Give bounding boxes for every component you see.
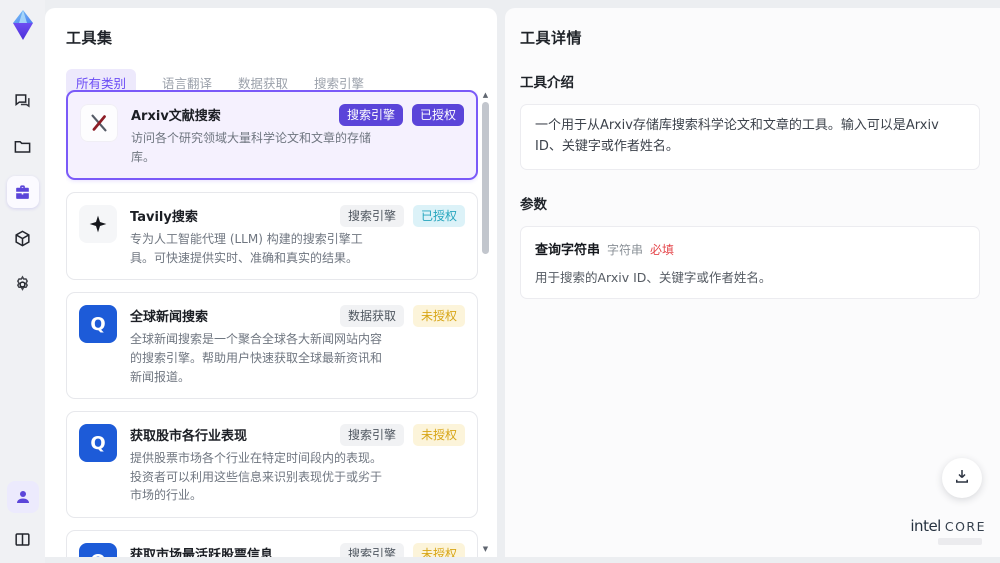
param-description: 用于搜索的Arxiv ID、关键字或作者姓名。 <box>535 269 772 285</box>
tool-detail-panel: 工具详情 工具介绍 一个用于从Arxiv存储库搜索科学论文和文章的工具。输入可以… <box>505 8 1000 557</box>
tool-card[interactable]: Arxiv文献搜索 访问各个研究领域大量科学论文和文章的存储库。 搜索引擎 已授… <box>66 90 478 181</box>
tool-icon: Q <box>79 305 117 344</box>
category-badge: 搜索引擎 <box>339 424 404 447</box>
tool-card[interactable]: Q 全球新闻搜索 全球新闻搜索是一个聚合全球各大新闻网站内容的搜索引擎。帮助用户… <box>66 292 478 400</box>
category-badge: 搜索引擎 <box>339 205 404 228</box>
auth-status-badge: 已授权 <box>411 104 464 126</box>
tool-card-list: Arxiv文献搜索 访问各个研究领域大量科学论文和文章的存储库。 搜索引擎 已授… <box>66 90 478 557</box>
sidebar-item-packages[interactable] <box>7 222 39 254</box>
auth-status-badge: 未授权 <box>412 542 465 557</box>
page-title: 工具集 <box>66 29 113 47</box>
params-section-title: 参数 <box>520 196 547 213</box>
download-icon <box>953 467 971 489</box>
sidebar-item-tools[interactable] <box>6 176 39 208</box>
sidebar-item-panels[interactable] <box>7 523 39 555</box>
tool-icon <box>80 104 118 142</box>
intel-sub-badge <box>938 538 982 545</box>
category-tabs: 所有类别 语言翻译 数据获取 搜索引擎 <box>45 48 497 96</box>
category-badge: 搜索引擎 <box>339 542 404 557</box>
core-wordmark: CORE <box>944 519 986 534</box>
panel-layout-icon <box>13 530 32 549</box>
tool-description: 全球新闻搜索是一个聚合全球各大新闻网站内容的搜索引擎。帮助用户快速获取全球最新资… <box>130 332 383 384</box>
scrollbar-thumb[interactable] <box>482 102 489 254</box>
intel-wordmark: intel <box>910 517 941 535</box>
scroll-up-arrow-icon[interactable]: ▲ <box>481 92 490 99</box>
intro-section-title: 工具介绍 <box>520 75 574 91</box>
cube-icon <box>13 229 32 248</box>
auth-status-badge: 未授权 <box>412 424 465 447</box>
tool-list-panel: 工具集 所有类别 语言翻译 数据获取 搜索引擎 Arxiv文献搜索 访问各个研究领域大… <box>45 8 497 557</box>
briefcase-icon <box>13 183 32 202</box>
tool-card[interactable]: Tavily搜索 专为人工智能代理 (LLM) 构建的搜索引擎工具。可快速提供实… <box>66 192 478 281</box>
param-required-flag: 必填 <box>650 242 675 257</box>
auth-status-badge: 未授权 <box>412 305 465 328</box>
scroll-down-arrow-icon[interactable]: ▼ <box>481 546 490 553</box>
tool-card[interactable]: Q 获取股市各行业表现 提供股票市场各个行业在特定时间段内的表现。投资者可以利用… <box>66 411 478 518</box>
category-badge: 搜索引擎 <box>338 104 403 126</box>
sidebar-item-settings[interactable] <box>7 268 39 300</box>
app-sidebar <box>0 0 45 563</box>
parameter-box: 查询字符串 字符串 必填 用于搜索的Arxiv ID、关键字或作者姓名。 <box>520 225 980 299</box>
detail-title: 工具详情 <box>520 29 583 47</box>
gear-icon <box>13 274 32 294</box>
chat-icon <box>13 91 32 110</box>
tool-icon: Q <box>79 424 117 463</box>
tool-description: 提供股票市场各个行业在特定时间段内的表现。投资者可以利用这些信息来识别表现优于或… <box>130 451 383 503</box>
sidebar-item-profile[interactable] <box>6 481 39 513</box>
param-name: 查询字符串 <box>535 242 601 258</box>
download-button[interactable] <box>942 458 982 498</box>
auth-status-badge: 已授权 <box>412 205 465 228</box>
tool-description: 专为人工智能代理 (LLM) 构建的搜索引擎工具。可快速提供实时、准确和真实的结… <box>130 232 363 265</box>
app-logo-icon <box>6 8 40 42</box>
tool-card[interactable]: Q 获取市场最活跃股票信息 提供当天交易量最高的股票列表，投资者可以利用这些信息… <box>66 529 478 557</box>
sidebar-item-files[interactable] <box>7 130 39 162</box>
person-icon <box>14 488 32 506</box>
intel-core-logo: intel CORE <box>910 517 986 545</box>
list-scrollbar[interactable]: ▲ ▼ <box>481 92 490 553</box>
param-type: 字符串 <box>607 242 644 257</box>
tool-icon <box>79 205 117 244</box>
tool-intro-box: 一个用于从Arxiv存储库搜索科学论文和文章的工具。输入可以是Arxiv ID、… <box>520 104 980 170</box>
category-badge: 数据获取 <box>339 305 404 328</box>
tool-description: 访问各个研究领域大量科学论文和文章的存储库。 <box>131 131 372 164</box>
folder-icon <box>13 137 32 156</box>
tool-icon: Q <box>79 542 117 557</box>
sidebar-item-chat[interactable] <box>7 84 39 116</box>
